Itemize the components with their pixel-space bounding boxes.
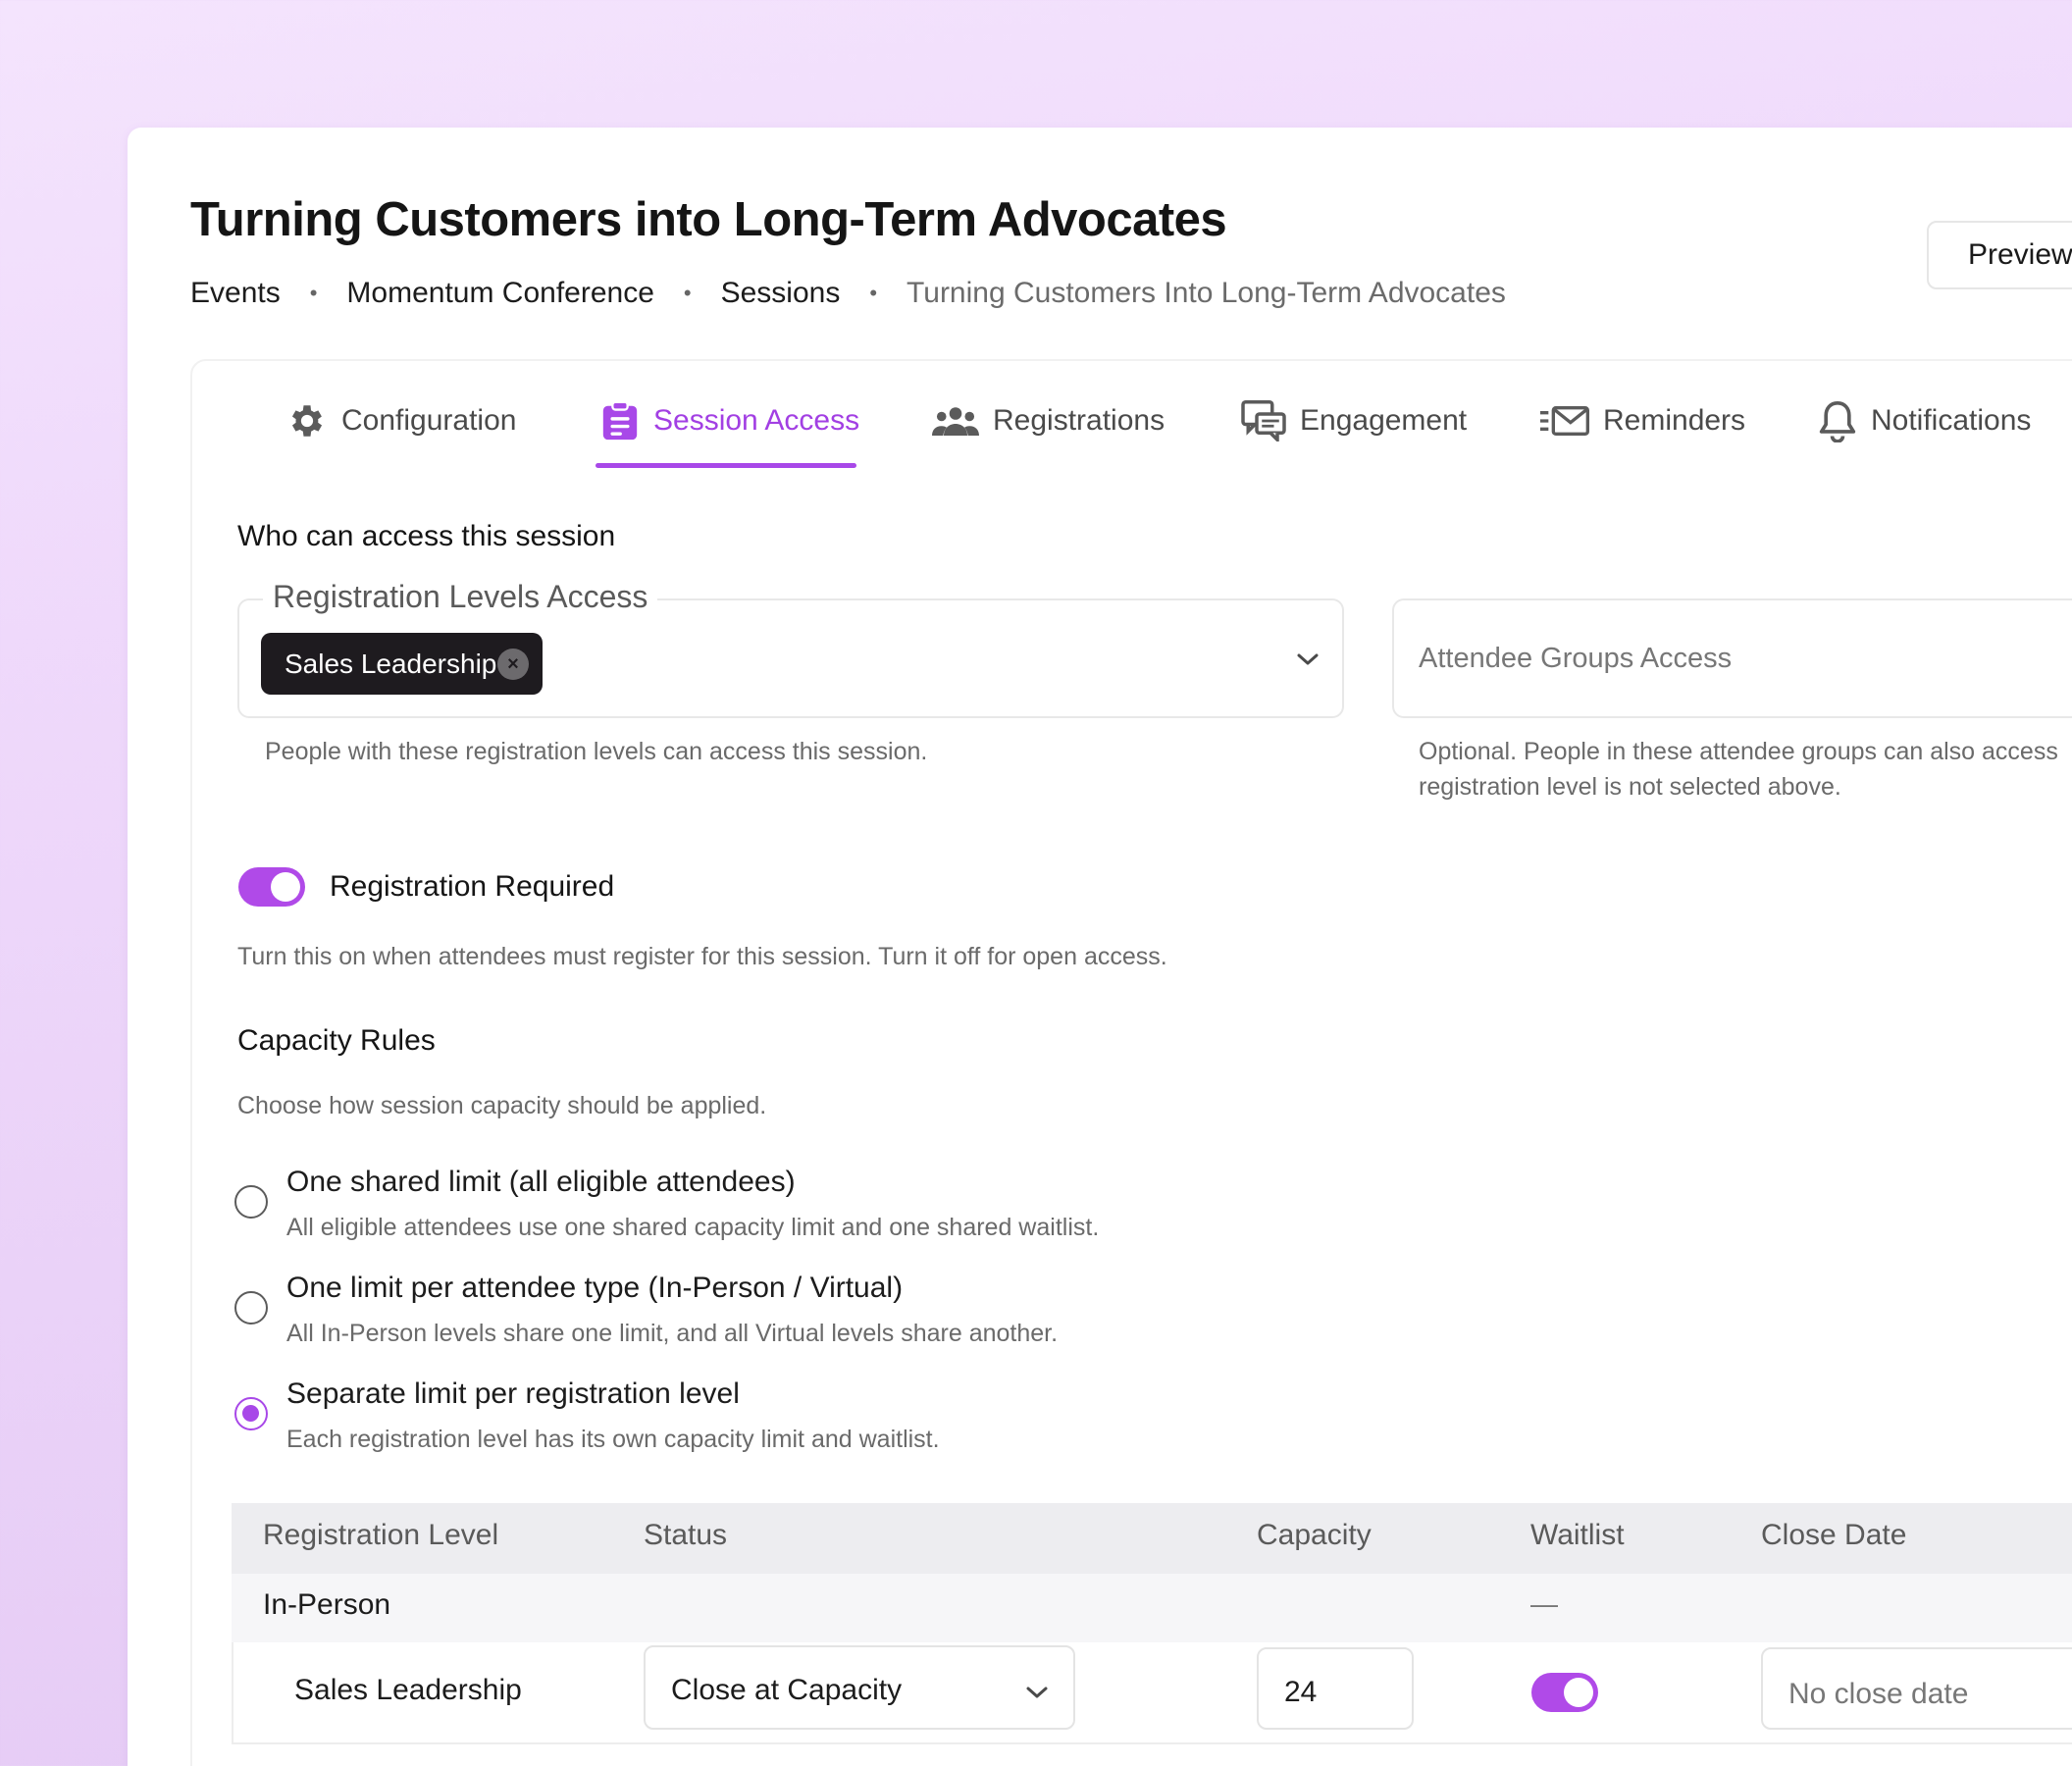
chevron-down-icon[interactable]: [1295, 651, 1321, 672]
capacity-helper: Choose how session capacity should be ap…: [237, 1092, 767, 1119]
column-header-status: Status: [644, 1519, 728, 1551]
capacity-heading: Capacity Rules: [237, 1024, 436, 1057]
active-tab-indicator: [596, 463, 856, 468]
tab-session-access[interactable]: Session Access: [600, 392, 859, 449]
tab-label: Configuration: [341, 404, 517, 437]
registration-levels-helper: People with these registration levels ca…: [265, 738, 928, 765]
attendee-groups-helper-line2: registration level is not selected above…: [1419, 773, 1841, 801]
option-description: All eligible attendees use one shared ca…: [286, 1214, 1100, 1241]
status-select-value: Close at Capacity: [671, 1674, 903, 1706]
waitlist-toggle[interactable]: [1531, 1673, 1598, 1712]
chip-label: Sales Leadership: [285, 648, 497, 679]
tab-engagement[interactable]: Engagement: [1241, 392, 1467, 449]
access-heading: Who can access this session: [237, 520, 616, 552]
attendee-groups-helper-line1: Optional. People in these attendee group…: [1419, 738, 2058, 765]
tab-configuration[interactable]: Configuration: [286, 392, 516, 449]
registration-required-toggle[interactable]: [238, 867, 305, 907]
registration-levels-legend: Registration Levels Access: [263, 579, 658, 615]
capacity-input[interactable]: [1257, 1647, 1414, 1730]
tab-registrations[interactable]: Registrations: [932, 392, 1165, 449]
clipboard-icon: [600, 400, 640, 442]
tab-notifications[interactable]: Notifications: [1818, 392, 2031, 449]
option-description: All In-Person levels share one limit, an…: [286, 1320, 1059, 1347]
registration-level-chip[interactable]: Sales Leadership ×: [261, 633, 543, 695]
breadcrumb-separator: •: [309, 281, 318, 305]
page-title: Turning Customers into Long-Term Advocat…: [190, 193, 1227, 246]
bell-icon: [1818, 399, 1857, 442]
tab-bar: Configuration Session Access Registratio…: [0, 392, 2072, 471]
column-header-waitlist: Waitlist: [1530, 1519, 1625, 1551]
group-waitlist-value: —: [1530, 1588, 1558, 1619]
radio-attendee-type-limit[interactable]: [234, 1291, 268, 1324]
breadcrumb-conference[interactable]: Momentum Conference: [346, 277, 653, 310]
option-label: One shared limit (all eligible attendees…: [286, 1166, 796, 1198]
attendee-groups-placeholder: Attendee Groups Access: [1419, 643, 1733, 674]
option-label: One limit per attendee type (In-Person /…: [286, 1272, 904, 1304]
capacity-value: 24: [1284, 1676, 1318, 1708]
column-header-level: Registration Level: [263, 1519, 499, 1551]
radio-shared-limit[interactable]: [234, 1185, 268, 1219]
tab-label: Session Access: [653, 404, 860, 437]
tab-reminders[interactable]: Reminders: [1540, 392, 1745, 449]
option-label: Separate limit per registration level: [286, 1377, 740, 1410]
tab-label: Notifications: [1871, 404, 2032, 437]
envelope-icon: [1540, 404, 1589, 438]
row-level-name: Sales Leadership: [294, 1674, 522, 1706]
chat-icon: [1241, 400, 1286, 442]
toggle-knob: [1564, 1678, 1593, 1707]
breadcrumb-separator: •: [869, 281, 878, 305]
option-description: Each registration level has its own capa…: [286, 1426, 940, 1453]
column-header-capacity: Capacity: [1257, 1519, 1372, 1551]
breadcrumb-current: Turning Customers Into Long-Term Advocat…: [906, 277, 1506, 309]
toggle-knob: [271, 872, 300, 902]
registration-required-label: Registration Required: [330, 870, 615, 903]
gear-icon: [286, 400, 328, 442]
column-header-close-date: Close Date: [1761, 1519, 1907, 1551]
preview-button[interactable]: Preview: [1927, 221, 2072, 289]
table-group-row: [232, 1574, 2072, 1642]
radio-per-level-limit[interactable]: [234, 1397, 268, 1430]
group-label: In-Person: [263, 1588, 391, 1621]
breadcrumb-separator: •: [683, 281, 692, 305]
breadcrumb: Events • Momentum Conference • Sessions …: [190, 277, 1506, 310]
remove-chip-icon[interactable]: ×: [497, 649, 529, 680]
breadcrumb-events[interactable]: Events: [190, 277, 281, 310]
chevron-down-icon[interactable]: [1025, 1686, 1049, 1705]
registration-required-helper: Turn this on when attendees must registe…: [237, 943, 1167, 970]
users-icon: [932, 403, 979, 439]
tab-label: Reminders: [1603, 404, 1746, 437]
breadcrumb-sessions[interactable]: Sessions: [721, 277, 841, 310]
close-date-placeholder: No close date: [1788, 1678, 1969, 1710]
tab-label: Registrations: [993, 404, 1166, 437]
tab-label: Engagement: [1300, 404, 1468, 437]
